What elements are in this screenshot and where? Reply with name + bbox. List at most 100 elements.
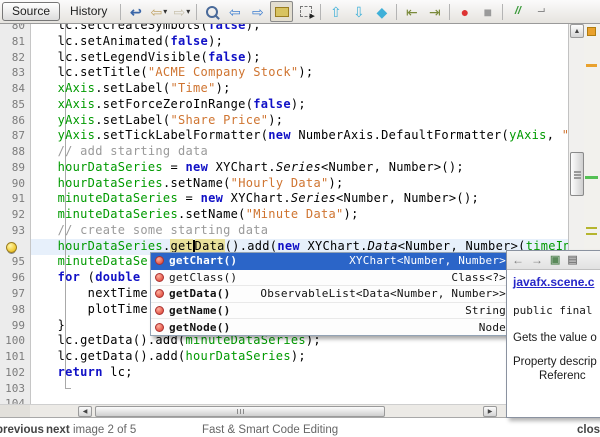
code-line[interactable]: minuteDataSeries.setName("Minute Data"); — [35, 207, 568, 223]
doc-forward-icon[interactable]: → — [531, 254, 543, 266]
code-line[interactable]: xAxis.setLabel("Time"); — [35, 81, 568, 97]
javadoc-class-link[interactable]: javafx.scene.c — [513, 275, 594, 289]
code-token: .setName( — [178, 207, 246, 221]
line-number: 85 — [0, 97, 30, 113]
dropdown-caret-icon[interactable]: ▾ — [186, 7, 190, 16]
line-number: 80 — [0, 24, 30, 34]
code-token: return — [58, 365, 103, 379]
magnifier-shape — [206, 6, 218, 18]
horizontal-scrollbar-thumb[interactable] — [95, 406, 385, 417]
shift-line-right-icon-glyph: ⇥ — [429, 5, 441, 19]
back-icon[interactable]: ⇦▾ — [148, 2, 169, 21]
next-image-link[interactable]: next — [46, 424, 70, 436]
line-number: 86 — [0, 113, 30, 129]
scroll-right-button[interactable]: ▶ — [483, 406, 497, 417]
hint-lightbulb-cell — [0, 239, 30, 255]
forward-icon[interactable]: ⇨▾ — [171, 2, 192, 21]
code-line[interactable]: lc.setLegendVisible(false); — [35, 50, 568, 66]
shift-line-left-icon-glyph: ⇤ — [406, 5, 418, 19]
line-number: 81 — [0, 34, 30, 50]
completion-item-getchart[interactable]: getChart()XYChart<Number, Number> — [151, 253, 511, 270]
code-token: minuteDataSe — [58, 254, 148, 268]
code-token: .setName( — [163, 176, 231, 190]
code-token: , — [547, 128, 562, 142]
find-next-occurrence-icon[interactable]: ⇨ — [247, 2, 268, 21]
code-token: lc; — [103, 365, 133, 379]
comment-icon[interactable]: // — [507, 2, 528, 21]
line-number-gutter: 8081828384858687888990919293959697989910… — [0, 24, 31, 404]
source-tab-button[interactable]: Source — [2, 2, 60, 21]
code-token: yAxis — [58, 113, 96, 127]
completion-item-getdata[interactable]: getData()ObservableList<Data<Number, Num… — [151, 286, 511, 303]
caret-position-mark[interactable] — [585, 176, 598, 179]
warning-mark[interactable] — [586, 233, 597, 235]
find-next-occurrence-icon-glyph: ⇨ — [252, 5, 264, 19]
code-token: // add starting data — [35, 144, 208, 158]
code-token — [140, 270, 148, 284]
code-line[interactable]: minuteDataSeries = new XYChart.Series<Nu… — [35, 191, 568, 207]
stop-macro-recording-icon[interactable]: ■ — [477, 2, 498, 21]
last-edit-location-icon[interactable]: ↩ — [125, 2, 146, 21]
code-token: ); — [268, 113, 283, 127]
warning-mark[interactable] — [586, 64, 597, 67]
find-previous-occurrence-icon[interactable]: ⇦ — [224, 2, 245, 21]
shift-line-right-icon[interactable]: ⇥ — [424, 2, 445, 21]
code-token: yAxis — [509, 128, 547, 142]
code-line[interactable]: return lc; — [35, 365, 568, 381]
line-number: 90 — [0, 176, 30, 192]
code-line[interactable]: hourDataSeries = new XYChart.Series<Numb… — [35, 160, 568, 176]
start-macro-recording-icon[interactable]: ● — [454, 2, 475, 21]
dropdown-caret-icon[interactable]: ▾ — [163, 7, 167, 16]
code-token — [35, 176, 58, 190]
code-pane[interactable]: lc.setCreateSymbols(false); lc.setAnimat… — [31, 24, 568, 404]
code-line[interactable]: xAxis.setForceZeroInRange(false); — [35, 97, 568, 113]
completion-item-getclass[interactable]: getClass()Class<?> — [151, 270, 511, 287]
code-line[interactable]: yAxis.setLabel("Share Price"); — [35, 113, 568, 129]
uncomment-icon[interactable]: ⌐ — [530, 2, 551, 21]
next-bookmark-icon[interactable]: ⇩ — [348, 2, 369, 21]
toggle-highlight-search-icon[interactable] — [270, 1, 293, 22]
history-tab-button[interactable]: History — [60, 3, 117, 20]
warning-status-box[interactable] — [587, 27, 596, 36]
scroll-left-button[interactable]: ◀ — [78, 406, 92, 417]
code-token: } — [35, 318, 65, 332]
shift-line-left-icon[interactable]: ⇤ — [401, 2, 422, 21]
code-line[interactable]: lc.setCreateSymbols(false); — [35, 24, 568, 34]
close-link[interactable]: close — [577, 424, 600, 436]
warning-mark[interactable] — [586, 227, 597, 229]
dashed-rect-shape — [300, 6, 312, 17]
code-line[interactable]: lc.setTitle("ACME Company Stock"); — [35, 65, 568, 81]
hint-lightbulb-icon[interactable] — [6, 242, 17, 253]
doc-property-description: Property descrip — [513, 356, 600, 368]
completion-item-getname[interactable]: getName()String — [151, 303, 511, 320]
code-token: .setForceZeroInRange( — [95, 97, 253, 111]
horizontal-scrollbar[interactable]: ◀ ▶ — [0, 404, 506, 418]
find-selection-icon[interactable] — [201, 2, 222, 21]
code-token: lc.setTitle( — [35, 65, 148, 79]
show-in-browser-icon[interactable]: ▣ — [550, 255, 560, 266]
vertical-scrollbar-thumb[interactable] — [570, 152, 584, 196]
previous-image-link[interactable]: previous — [0, 424, 44, 436]
code-line[interactable]: hourDataSeries.setName("Hourly Data"); — [35, 176, 568, 192]
copy-doc-icon[interactable]: ▤ — [567, 255, 577, 266]
completion-item-getnode[interactable]: getNode()Node — [151, 319, 511, 335]
code-line[interactable] — [35, 381, 568, 397]
code-completion-popup: getChart()XYChart<Number, Number>getClas… — [150, 252, 512, 336]
line-number: 82 — [0, 50, 30, 66]
toggle-bookmark-icon[interactable]: ◆ — [371, 2, 392, 21]
method-signature: public final — [513, 304, 600, 317]
code-token: "Time" — [170, 81, 215, 95]
code-token: XYChart. — [223, 191, 291, 205]
code-line[interactable]: lc.setAnimated(false); — [35, 34, 568, 50]
doc-back-icon[interactable]: ← — [512, 254, 524, 266]
code-line[interactable]: lc.getData().add(hourDataSeries); — [35, 349, 568, 365]
scroll-up-button[interactable]: ▲ — [570, 24, 584, 38]
code-token: = — [178, 191, 201, 205]
code-line[interactable] — [35, 396, 568, 404]
code-line[interactable]: // create some starting data — [35, 223, 568, 239]
previous-bookmark-icon[interactable]: ⇧ — [325, 2, 346, 21]
code-token: Series — [291, 191, 336, 205]
toggle-rectangular-selection-icon[interactable] — [295, 2, 316, 21]
code-line[interactable]: yAxis.setTickLabelFormatter(new NumberAx… — [35, 128, 568, 144]
code-line[interactable]: // add starting data — [35, 144, 568, 160]
